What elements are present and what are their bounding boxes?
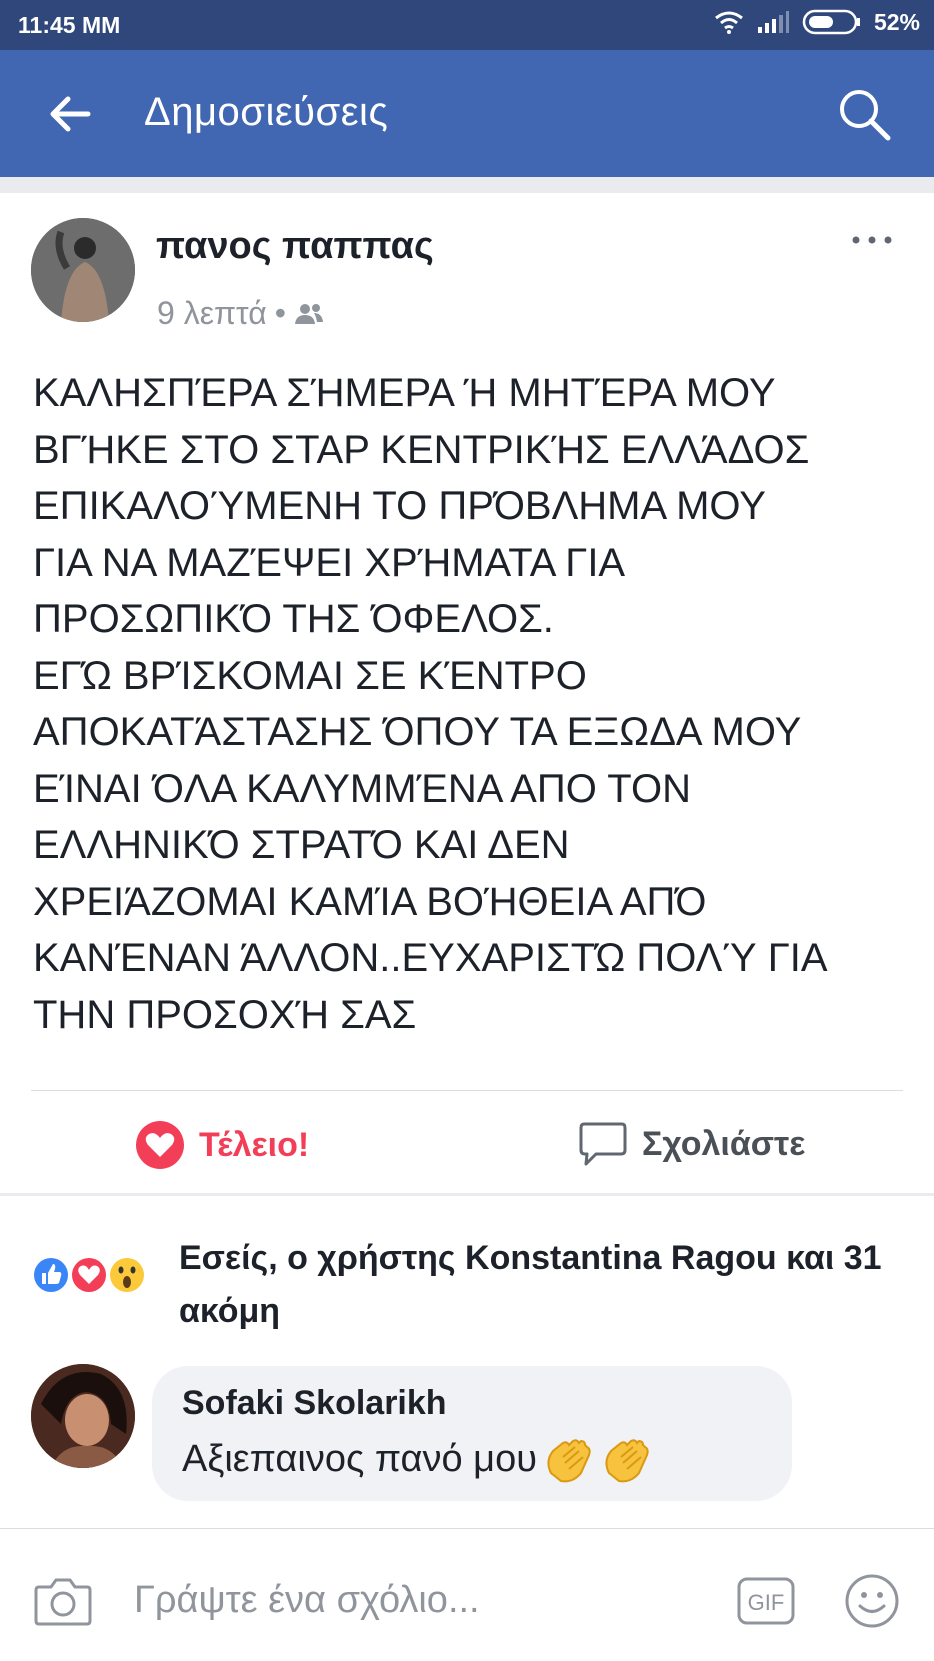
clapping-hands-icon (547, 1439, 591, 1483)
author-avatar[interactable] (31, 218, 135, 322)
comment-bubble[interactable]: Sofaki Skolarikh Αξιεπαινος πανό μου (152, 1366, 792, 1501)
like-reaction-icon (32, 1256, 70, 1294)
friends-audience-icon[interactable] (294, 302, 324, 326)
love-small-icon (70, 1256, 108, 1294)
post-author[interactable]: πανος παππας (156, 225, 434, 268)
back-arrow-icon[interactable] (44, 88, 96, 140)
search-icon[interactable] (834, 84, 894, 144)
post-meta: 9 λεπτά • (157, 295, 324, 332)
comment-button[interactable]: Σχολιάστε (578, 1120, 805, 1168)
post-time[interactable]: 9 λεπτά (157, 295, 267, 332)
love-label: Τέλειο! (199, 1125, 310, 1164)
reactions-summary[interactable]: Εσείς, ο χρήστης Konstantina Ragou και 3… (179, 1232, 899, 1338)
comment-composer: Γράψτε ένα σχόλιο... GIF (0, 1528, 934, 1661)
love-icon (136, 1121, 184, 1169)
more-options-icon[interactable] (850, 233, 894, 247)
comment-label: Σχολιάστε (642, 1124, 806, 1163)
status-time: 11:45 ΜΜ (18, 12, 121, 38)
comment-author[interactable]: Sofaki Skolarikh (182, 1384, 447, 1423)
battery-percent: 52% (873, 8, 920, 35)
wow-reaction-icon (108, 1256, 146, 1294)
person-silhouette-icon (31, 218, 135, 322)
camera-icon[interactable] (33, 1575, 93, 1627)
emoji-smile-icon[interactable] (844, 1573, 900, 1629)
wifi-icon (715, 11, 743, 34)
post-text: ΚΑΛΗΣΠΈΡΑ ΣΉΜΕΡΑ Ή ΜΗΤΈΡΑ ΜΟΥ ΒΓΉΚΕ ΣΤΟ … (33, 371, 828, 1037)
reactions-section: Εσείς, ο χρήστης Konstantina Ragou και 3… (0, 1196, 934, 1536)
comment-text: Αξιεπαινος πανό μου (182, 1437, 537, 1480)
comment-body: Αξιεπαινος πανό μου (182, 1433, 653, 1485)
divider (31, 1090, 903, 1091)
page-title: Δημοσιεύσεις (144, 90, 389, 134)
gif-icon[interactable]: GIF (737, 1575, 795, 1627)
signal-icon (757, 11, 789, 33)
battery-icon (802, 9, 860, 35)
comment-input[interactable]: Γράψτε ένα σχόλιο... (134, 1579, 480, 1622)
app-bar: Δημοσιεύσεις (0, 50, 934, 177)
commenter-photo-icon (31, 1364, 135, 1468)
comment-icon (579, 1122, 627, 1166)
love-reaction-button[interactable]: Τέλειο! (135, 1120, 309, 1170)
status-icons: 52% (714, 8, 920, 36)
clapping-hands-icon (605, 1439, 649, 1483)
gif-label: GIF (748, 1590, 785, 1615)
post-card: πανος παππας 9 λεπτά • ΚΑΛΗΣΠΈΡΑ ΣΉΜΕΡΑ … (0, 193, 934, 1193)
meta-separator: • (274, 295, 286, 331)
reaction-icons[interactable] (31, 1251, 159, 1299)
status-bar: 11:45 ΜΜ 52% (0, 0, 934, 50)
commenter-avatar[interactable] (31, 1364, 135, 1468)
